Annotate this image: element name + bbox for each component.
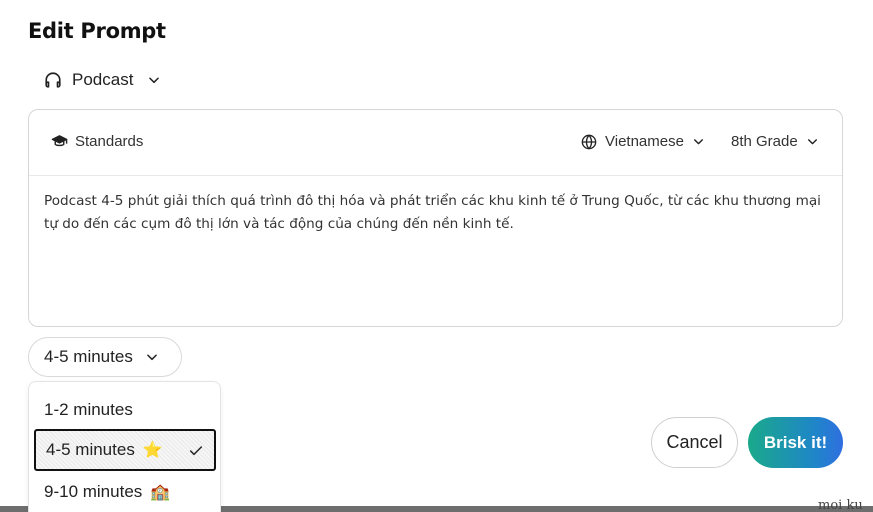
type-select-label: Podcast [72,70,134,89]
language-select[interactable]: Vietnamese [581,133,705,150]
option-label: 1-2 minutes [44,400,133,419]
duration-option-9-10[interactable]: 9-10 minutes 🏫 [34,471,216,512]
brisk-it-button[interactable]: Brisk it! [748,417,843,468]
background-text: moi ku [818,498,863,512]
standards-label: Standards [75,133,144,150]
school-icon: 🏫 [150,484,171,501]
chevron-down-icon [147,73,161,87]
chevron-down-icon [145,350,159,364]
option-label: 9-10 minutes [44,482,143,501]
prompt-textarea[interactable]: Podcast 4-5 phút giải thích quá trình đô… [44,190,829,236]
headphones-icon [44,71,62,89]
graduation-cap-icon [51,133,68,150]
standards-button[interactable]: Standards [51,133,143,150]
star-icon: ⭐ [142,442,163,459]
globe-icon [581,134,597,150]
duration-option-4-5[interactable]: 4-5 minutes ⭐ [34,429,216,471]
duration-select-label: 4-5 minutes [44,347,133,366]
duration-select[interactable]: 4-5 minutes [28,337,182,377]
option-label: 4-5 minutes [46,440,135,459]
duration-dropdown: 1-2 minutes 4-5 minutes ⭐ 9-10 minutes 🏫 [28,381,221,512]
prompt-card: Standards Vietnamese 8th Grade Podcast 4… [28,109,843,327]
chevron-down-icon [806,135,819,148]
checkmark-icon [188,443,204,459]
grade-select[interactable]: 8th Grade [731,133,819,150]
type-select[interactable]: Podcast [44,66,161,94]
grade-label: 8th Grade [731,133,798,150]
cancel-button[interactable]: Cancel [651,417,738,468]
prompt-card-header: Standards Vietnamese 8th Grade [29,110,842,176]
duration-option-1-2[interactable]: 1-2 minutes [34,389,216,431]
language-label: Vietnamese [605,133,684,150]
page-title: Edit Prompt [28,19,166,43]
chevron-down-icon [692,135,705,148]
